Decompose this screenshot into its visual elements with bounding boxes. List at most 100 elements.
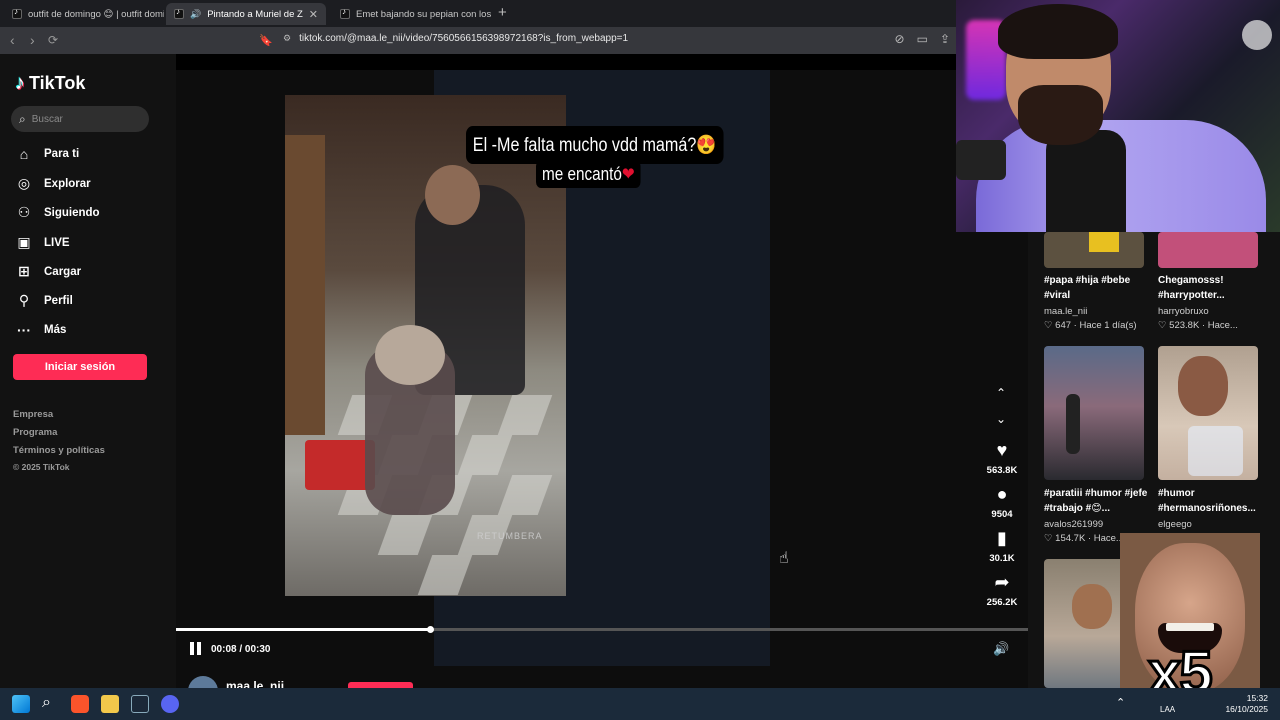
video-shelf	[285, 135, 325, 435]
footer-link-programa[interactable]: Programa	[13, 427, 57, 438]
tiktok-favicon-icon	[174, 7, 184, 19]
search-box[interactable]: ⌕	[11, 106, 149, 132]
nav-item-mas[interactable]: ··· Más	[16, 322, 66, 338]
tiktok-note-icon: ♪	[15, 72, 25, 94]
discord-icon[interactable]	[161, 695, 179, 713]
video-thumbnail[interactable]	[1044, 232, 1144, 268]
streamer-hair	[998, 4, 1118, 59]
tiktok-logo[interactable]: ♪ TikTok	[15, 72, 85, 95]
comment-action[interactable]: ● 9504	[984, 484, 1020, 520]
thumb-cup	[1188, 426, 1243, 476]
url-field[interactable]: ⚙ tiktok.com/@maa.le_nii/video/756056615…	[283, 33, 628, 44]
file-explorer-icon[interactable]	[101, 695, 119, 713]
close-tab-icon[interactable]: ✕	[309, 8, 318, 21]
video-author[interactable]: harryobruxo	[1158, 306, 1209, 317]
nav-label: LIVE	[44, 236, 70, 249]
site-info-icon[interactable]: ⚙	[283, 33, 291, 44]
laughing-meme-overlay: x5	[1120, 533, 1260, 708]
save-action[interactable]: ▮ 30.1K	[984, 528, 1020, 564]
boy-head	[425, 165, 480, 225]
share-count: 256.2K	[986, 597, 1018, 608]
search-icon[interactable]: ⌕	[42, 694, 51, 712]
post-age: Hace...	[1207, 320, 1238, 331]
nav-label: Más	[44, 324, 67, 336]
search-input[interactable]	[31, 113, 132, 125]
footer-link-empresa[interactable]: Empresa	[13, 409, 53, 420]
video-author[interactable]: avalos261999	[1044, 519, 1103, 530]
heart-outline-icon: ♡	[1158, 320, 1167, 331]
nav-label: Perfil	[44, 294, 73, 307]
brave-browser-icon[interactable]	[71, 695, 89, 713]
nav-item-cargar[interactable]: ⊞ Cargar	[16, 263, 81, 280]
video-thumbnail[interactable]	[1158, 346, 1258, 480]
nav-label: Siguiendo	[44, 206, 100, 219]
footer-link-terminos[interactable]: Términos y políticas	[13, 445, 105, 456]
nav-item-siguiendo[interactable]: ⚇ Siguiendo	[16, 204, 100, 221]
login-button[interactable]: Iniciar sesión	[13, 354, 147, 380]
forward-icon[interactable]: ›	[30, 32, 35, 48]
compass-icon: ◎	[17, 175, 31, 191]
browser-tab[interactable]: Emet bajando su pepian con los segu...	[332, 3, 492, 25]
share-icon[interactable]: ⇪	[940, 32, 950, 46]
video-author[interactable]: elgeego	[1158, 519, 1192, 530]
following-icon: ⚇	[17, 204, 31, 220]
nav-item-explorar[interactable]: ◎ Explorar	[16, 175, 91, 192]
windows-start-icon[interactable]	[12, 695, 30, 713]
video-title[interactable]: Chegamosss! #harrypotter...	[1158, 273, 1270, 303]
video-caption-line1: El -Me falta mucho vdd mamá?😍	[466, 126, 724, 164]
ring-light	[1242, 20, 1272, 50]
upload-icon: ⊞	[18, 263, 30, 279]
browser-tab-active[interactable]: 🔊 Pintando a Muriel de Zombi 🎃 | ... ✕	[166, 3, 326, 25]
more-icon: ···	[17, 322, 31, 338]
clock[interactable]: 15:32 16/10/2025	[1225, 693, 1268, 715]
pause-button[interactable]	[190, 642, 204, 656]
windows-taskbar: ⌕ ⌃ LAA 15:32 16/10/2025	[0, 688, 1280, 720]
new-tab-button[interactable]: +	[498, 4, 507, 21]
nav-item-live[interactable]: ▣ LIVE	[16, 234, 70, 251]
video-thumbnail[interactable]	[1158, 232, 1258, 268]
like-action[interactable]: ♥ 563.8K	[984, 440, 1020, 476]
bookmark-icon[interactable]: 🔖	[259, 34, 273, 47]
tiktok-favicon-icon	[340, 7, 350, 19]
live-icon: ▣	[17, 234, 31, 250]
chevron-up-icon[interactable]: ⌃	[996, 386, 1006, 400]
like-count: 154.7K	[1055, 533, 1086, 544]
chevron-up-icon[interactable]: ⌃	[1116, 696, 1125, 709]
profile-icon: ⚲	[18, 292, 30, 308]
progress-bar[interactable]	[176, 626, 1028, 633]
share-action[interactable]: ➦ 256.2K	[984, 572, 1020, 608]
video-content[interactable]: RETUMBERA	[285, 95, 566, 596]
video-title[interactable]: #papa #hija #bebe #viral	[1044, 273, 1156, 303]
video-title[interactable]: #humor #hermanosriñones...	[1158, 486, 1270, 516]
like-count: 563.8K	[986, 465, 1018, 476]
progress-knob[interactable]	[426, 626, 434, 633]
progress-fill	[176, 628, 430, 631]
browser-tab[interactable]: outfit de domingo 😊 | outfit domin...	[4, 3, 164, 25]
comment-count: 9504	[991, 509, 1013, 520]
language-indicator[interactable]: LAA	[1160, 705, 1175, 714]
like-count: 647	[1055, 320, 1072, 331]
steam-icon[interactable]	[131, 695, 149, 713]
video-author[interactable]: maa.le_nii	[1044, 306, 1087, 317]
tracking-icon[interactable]: ⊘	[895, 32, 905, 46]
video-thumbnail[interactable]	[1044, 346, 1144, 480]
nav-item-para-ti[interactable]: ⌂ Para ti	[16, 146, 79, 162]
brand-name: TikTok	[29, 73, 86, 93]
back-icon[interactable]: ‹	[10, 32, 15, 48]
volume-icon[interactable]: 🔊	[993, 641, 1009, 657]
tab-title: outfit de domingo 😊 | outfit domin...	[28, 8, 164, 20]
nav-label: Para ti	[44, 148, 80, 160]
cast-icon[interactable]: ▭	[917, 32, 928, 46]
comment-icon: ●	[996, 484, 1008, 504]
bookmark-icon: ▮	[997, 528, 1007, 548]
post-age: Hace 1 día(s)	[1079, 320, 1137, 331]
nav-item-perfil[interactable]: ⚲ Perfil	[16, 292, 73, 309]
thumb-face	[1178, 356, 1228, 416]
video-title[interactable]: #paratiii #humor #jefe #trabajo #😊...	[1044, 486, 1156, 516]
clock-date: 16/10/2025	[1225, 704, 1268, 714]
chevron-down-icon[interactable]: ⌄	[996, 412, 1006, 426]
reload-icon[interactable]: ⟳	[48, 33, 58, 47]
thumb-figure	[1066, 394, 1080, 454]
speaker-icon: 🔊	[190, 8, 202, 19]
copyright-text: © 2025 TikTok	[13, 462, 70, 472]
